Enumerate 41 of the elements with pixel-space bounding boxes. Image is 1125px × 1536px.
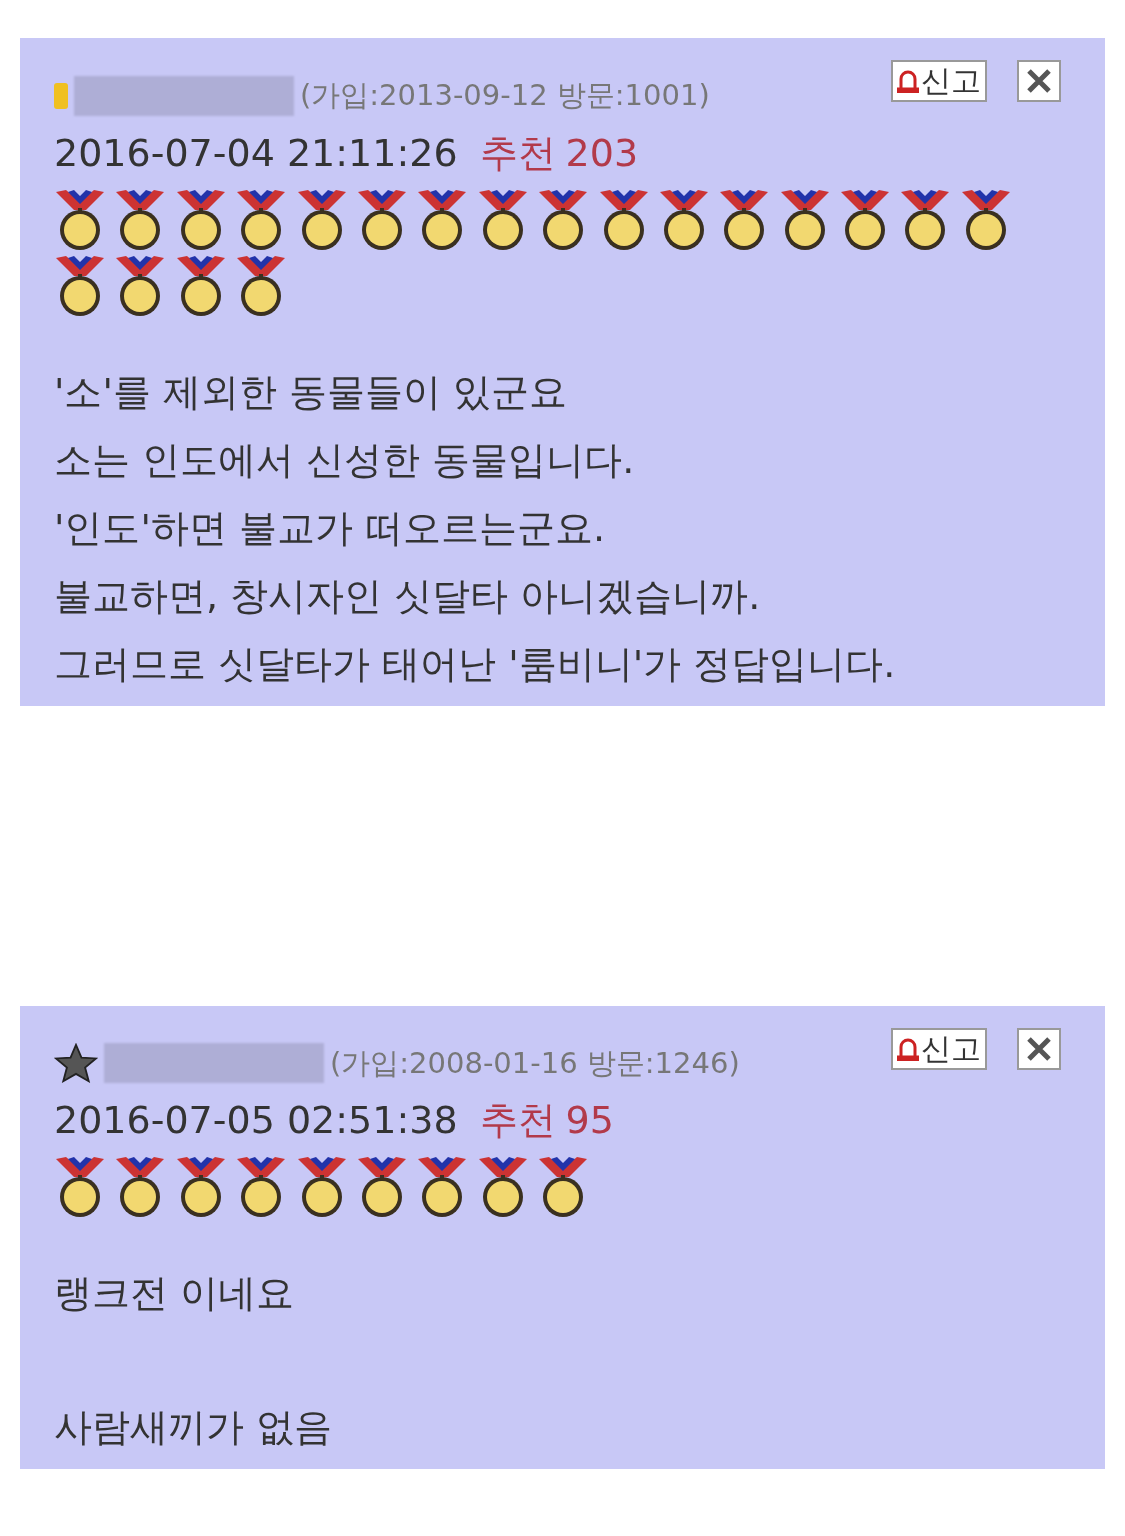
medal-icon [54, 1155, 106, 1219]
close-icon [1025, 1034, 1053, 1063]
star-icon [54, 1043, 98, 1084]
recommend-label: 추천 [479, 1097, 556, 1144]
comment-line: 사람새끼가 없음 [54, 1404, 334, 1451]
medal-icon [114, 253, 167, 318]
medal-icon [839, 187, 892, 252]
recommend-count: 95 [565, 1097, 614, 1144]
report-button[interactable]: 신고 [891, 60, 987, 102]
comment-line: 불교하면, 창시자인 싯달타 아니겠습니까. [54, 572, 762, 620]
close-button[interactable] [1017, 1027, 1061, 1070]
recommend-label: 추천 [479, 129, 556, 177]
medal-icon [114, 1155, 167, 1219]
comment-line: 랭크전 이네요 [54, 1270, 296, 1317]
badge-icon [54, 80, 68, 111]
siren-icon [897, 1036, 919, 1061]
comment-line: 그러므로 싯달타가 태어난 '룸비니'가 정답입니다. [54, 640, 897, 688]
medal-icon [235, 253, 288, 318]
medal-icon [235, 187, 288, 252]
post-datetime: 2016-07-04 21:11:26 [54, 129, 458, 177]
close-button[interactable] [1017, 60, 1061, 102]
recommend-count: 203 [565, 129, 639, 177]
medal-icon [537, 1155, 590, 1219]
medal-icon [416, 187, 469, 252]
medal-icon [235, 1155, 288, 1219]
medal-icon [718, 187, 771, 252]
comment-line: '소'를 제외한 동물들이 있군요 [54, 368, 569, 416]
member-info: (가입:2008-01-16 방문:1246) [330, 1044, 740, 1082]
medal-icon [54, 187, 106, 252]
comment-line: 소는 인도에서 신성한 동물입니다. [54, 436, 636, 484]
medal-icon [54, 253, 106, 318]
report-button[interactable]: 신고 [891, 1027, 987, 1070]
comment-line: '인도'하면 불교가 떠오르는군요. [54, 504, 607, 552]
medal-icon [537, 187, 590, 252]
post-datetime: 2016-07-05 02:51:38 [54, 1097, 458, 1144]
close-icon [1025, 67, 1053, 95]
siren-icon [897, 69, 919, 93]
member-info: (가입:2013-09-12 방문:1001) [300, 77, 710, 114]
medal-icon [416, 1155, 469, 1219]
medal-icon [899, 187, 952, 252]
medal-icon [114, 187, 167, 252]
